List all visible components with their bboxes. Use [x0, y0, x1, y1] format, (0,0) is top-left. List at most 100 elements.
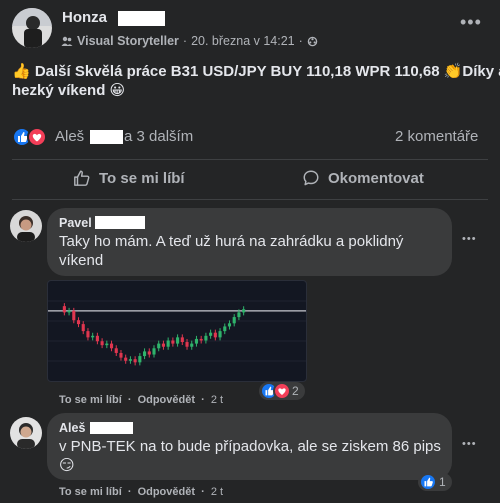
post-date[interactable]: 20. března v 14:21: [191, 34, 295, 48]
candle-body: [232, 317, 236, 324]
candle-body: [227, 323, 232, 327]
comment-2-sep1: ·: [127, 486, 132, 498]
divider-bottom: [12, 199, 488, 200]
comment-2-reactions[interactable]: 1: [418, 473, 452, 491]
comment-1-image[interactable]: [47, 280, 307, 382]
love-reaction-icon: [27, 127, 47, 147]
candle-body: [157, 343, 161, 349]
meta-separator: ·: [182, 34, 188, 48]
comment-1-sep1: ·: [127, 394, 132, 406]
candle-body: [100, 341, 104, 346]
redacted-comment-2-surname: [90, 422, 133, 434]
comment-avatar-image: [10, 210, 42, 242]
comment-1-reply-link[interactable]: Odpovědět: [138, 394, 195, 406]
candle-body: [180, 337, 184, 343]
comment-2-author[interactable]: Aleš: [59, 421, 85, 435]
candle-body: [147, 351, 151, 355]
candle-body: [209, 332, 213, 336]
candle-body: [133, 359, 137, 363]
redacted-surname: [118, 11, 165, 26]
candle-body: [190, 343, 194, 347]
privacy-icon: [307, 36, 318, 46]
comment-2-like-link[interactable]: To se mi líbí: [59, 486, 122, 498]
candle-body: [213, 332, 217, 338]
post-meta: Visual Storyteller · 20. března v 14:21 …: [61, 34, 318, 48]
candle-body: [86, 331, 90, 338]
author-avatar-image: [12, 8, 52, 48]
candlestick-chart: [48, 300, 306, 366]
candle-body: [124, 357, 128, 361]
post-card: Honza Visual Storyteller · 20. března v …: [0, 0, 500, 503]
group-icon: [61, 36, 73, 46]
candle-body: [176, 337, 180, 344]
candle-body: [109, 343, 114, 349]
candle-body: [204, 335, 208, 341]
comments-count[interactable]: 2 komentáře: [395, 128, 478, 145]
candle-body: [185, 342, 189, 347]
candle-body: [91, 335, 95, 338]
comment-1-reaction-count: 2: [292, 384, 299, 398]
candle-body: [171, 340, 175, 344]
candle-body: [81, 324, 85, 332]
author-avatar[interactable]: [12, 8, 52, 48]
candle-body: [161, 343, 165, 347]
candle-body: [237, 312, 241, 318]
comment-2-reaction-count: 1: [439, 475, 446, 489]
reactions-name[interactable]: Aleš: [55, 128, 84, 145]
comment-button-label: Okomentovat: [328, 169, 424, 187]
comment-avatar-pavel[interactable]: [10, 210, 42, 242]
meta-separator-2: ·: [298, 34, 303, 48]
comment-2-sep2: ·: [201, 486, 205, 498]
comment-1-text-line2: víkend: [59, 252, 104, 269]
comment-button[interactable]: Okomentovat: [302, 169, 424, 187]
redacted-comment-1-surname: [95, 216, 145, 229]
candle-body: [128, 359, 132, 361]
post-more-button[interactable]: •••: [460, 12, 482, 33]
post-text-line2: hezký víkend 😀: [12, 82, 126, 99]
candle-body: [62, 306, 66, 313]
comment-2-reply-link[interactable]: Odpovědět: [138, 486, 195, 498]
author-name[interactable]: Honza: [62, 9, 107, 26]
candle-body: [242, 309, 246, 313]
comment-icon: [303, 170, 319, 186]
post-text-line1: 👍 Další Skvělá práce B31 USD/JPY BUY 110…: [12, 63, 500, 80]
redacted-reactor-surname: [90, 130, 123, 144]
comment-1-text-line1: Taky ho mám. A teď už hurá na zahrádku a…: [59, 233, 404, 250]
candle-body: [76, 320, 81, 325]
comment-1-author[interactable]: Pavel: [59, 216, 92, 230]
divider-top: [12, 159, 488, 160]
comment-avatar-ales[interactable]: [10, 417, 42, 449]
like-button-label: To se mi líbí: [99, 169, 185, 187]
comment-2-time[interactable]: 2 t: [211, 486, 223, 498]
comment-2-text-line2: 😏: [59, 457, 75, 474]
candle-body: [194, 338, 199, 344]
comment-1-time[interactable]: 2 t: [211, 394, 223, 406]
comment-1-love-icon: [273, 382, 291, 400]
reactions-rest[interactable]: a 3 dalším: [124, 128, 193, 145]
comment-2-more-button[interactable]: •••: [462, 438, 477, 450]
comment-1-like-link[interactable]: To se mi líbí: [59, 394, 122, 406]
candle-body: [223, 326, 227, 332]
comment-2-like-icon: [419, 473, 437, 491]
candle-body: [95, 335, 99, 342]
like-button[interactable]: To se mi líbí: [73, 169, 185, 187]
thumbs-up-icon: [74, 170, 90, 186]
candle-body: [218, 331, 222, 338]
candle-body: [119, 352, 123, 358]
group-name[interactable]: Visual Storyteller: [77, 34, 179, 48]
comment-1-reactions[interactable]: 2: [259, 382, 305, 400]
comment-2-text-line1: v PNB-TEK na to bude případovka, ale se …: [59, 438, 441, 455]
candle-body: [138, 356, 142, 363]
comment-1-sep2: ·: [201, 394, 205, 406]
candle-body: [143, 351, 147, 357]
candle-body: [114, 348, 118, 353]
candle-body: [199, 338, 203, 341]
comment-1-actions: To se mi líbí · Odpovědět · 2 t: [59, 394, 223, 406]
comment-avatar-image: [10, 417, 42, 449]
candle-body: [67, 310, 71, 313]
comment-1-more-button[interactable]: •••: [462, 233, 477, 245]
candle-body: [152, 348, 156, 355]
candle-body: [105, 343, 109, 346]
candle-body: [72, 310, 76, 321]
comment-2-actions: To se mi líbí · Odpovědět · 2 t: [59, 486, 223, 498]
